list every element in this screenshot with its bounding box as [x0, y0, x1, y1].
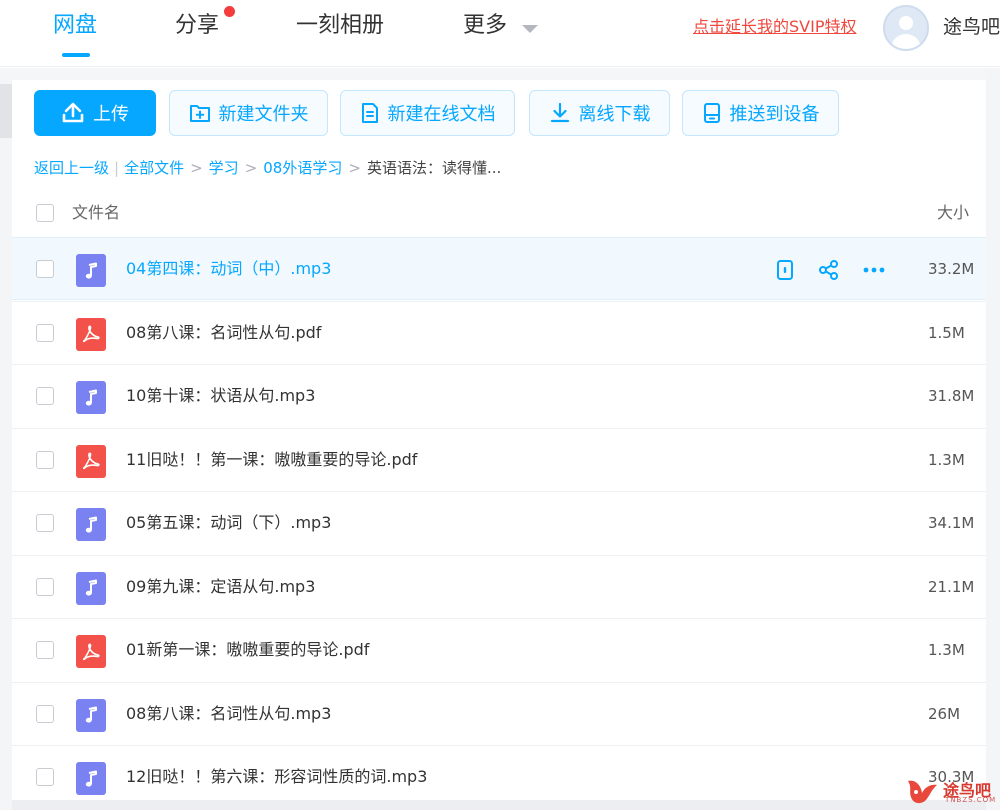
- device-icon: [703, 103, 720, 123]
- offline-download-label: 离线下载: [578, 104, 651, 125]
- pdf-file-icon: [76, 317, 106, 351]
- file-name[interactable]: 11旧哒！！第一课：嗷嗷重要的导论.pdf: [126, 449, 417, 471]
- breadcrumb-study[interactable]: 学习: [209, 157, 239, 179]
- table-row[interactable]: 12旧哒！！第六课：形容词性质的词.mp3 30.3M: [12, 745, 986, 808]
- row-checkbox[interactable]: [36, 577, 54, 596]
- file-size: 1.3M: [928, 450, 965, 469]
- row-checkbox[interactable]: [36, 450, 54, 469]
- top-nav: 网盘 分享 一刻相册 更多 点击延长我的SVIP特权 途鸟吧: [0, 0, 1000, 67]
- new-online-doc-label: 新建在线文档: [387, 104, 496, 125]
- column-header-size[interactable]: 大小: [937, 202, 969, 224]
- row-checkbox[interactable]: [36, 768, 54, 786]
- table-row[interactable]: 05第五课：动词（下）.mp3 34.1M: [12, 491, 986, 554]
- music-file-icon: [76, 762, 106, 795]
- chevron-down-icon[interactable]: [522, 25, 538, 33]
- table-row[interactable]: 08第八课：名词性从句.pdf 1.5M: [12, 300, 986, 364]
- download-icon: [550, 102, 569, 123]
- notification-dot: [224, 6, 235, 17]
- avatar-head: [899, 16, 913, 30]
- file-size: 21.1M: [928, 577, 975, 596]
- push-to-device-button[interactable]: 推送到设备: [682, 90, 839, 136]
- breadcrumb-current: 英语语法：读得懂...: [366, 159, 502, 177]
- table-row[interactable]: 08第八课：名词性从句.mp3 26M: [12, 681, 986, 745]
- file-name[interactable]: 09第九课：定语从句.mp3: [126, 576, 315, 598]
- music-file-icon: [76, 571, 106, 605]
- file-name[interactable]: 04第四课：动词（中）.mp3: [126, 258, 331, 280]
- avatar-body: [891, 34, 921, 49]
- table-row[interactable]: 09第九课：定语从句.mp3 21.1M: [12, 554, 986, 618]
- file-size: 34.1M: [928, 514, 975, 532]
- nav-tab-more[interactable]: 更多: [463, 10, 507, 42]
- upload-icon: [62, 102, 84, 123]
- nav-tab-netdisk[interactable]: 网盘: [53, 10, 97, 42]
- file-size: 1.5M: [928, 323, 965, 342]
- nav-tab-share[interactable]: 分享: [175, 10, 219, 42]
- row-checkbox[interactable]: [36, 641, 54, 659]
- push-to-device-icon[interactable]: [773, 258, 797, 282]
- document-icon: [361, 103, 378, 123]
- new-folder-icon: [189, 105, 210, 122]
- breadcrumb-foreign-language[interactable]: 08外语学习: [263, 157, 342, 179]
- row-checkbox[interactable]: [36, 323, 54, 342]
- file-size: 31.8M: [928, 387, 975, 405]
- table-header: 文件名 大小: [12, 190, 986, 236]
- pdf-file-icon: [76, 444, 106, 478]
- music-file-icon: [76, 254, 106, 287]
- upload-label: 上传: [93, 104, 129, 125]
- header-divider: [0, 68, 1000, 80]
- offline-download-button[interactable]: 离线下载: [529, 90, 670, 136]
- breadcrumb-arrow: >: [244, 159, 258, 177]
- bottom-scrollbar[interactable]: [12, 800, 986, 810]
- table-row[interactable]: 11旧哒！！第一课：嗷嗷重要的导论.pdf 1.3M: [12, 427, 986, 491]
- row-checkbox[interactable]: [36, 704, 54, 723]
- file-size: 33.2M: [928, 260, 975, 278]
- file-name[interactable]: 08第八课：名词性从句.mp3: [126, 703, 331, 725]
- file-size: 1.3M: [928, 641, 965, 659]
- music-file-icon: [76, 508, 106, 541]
- breadcrumb: 返回上一级 | 全部文件 > 学习 > 08外语学习 > 英语语法：读得懂...: [34, 157, 501, 179]
- more-icon[interactable]: [862, 258, 886, 282]
- file-name[interactable]: 05第五课：动词（下）.mp3: [126, 512, 331, 534]
- left-scrollbar-thumb[interactable]: [0, 84, 12, 138]
- row-checkbox[interactable]: [36, 387, 54, 405]
- svip-extend-link[interactable]: 点击延长我的SVIP特权: [693, 16, 856, 38]
- table-row[interactable]: 01新第一课：嗷嗷重要的导论.pdf 1.3M: [12, 618, 986, 681]
- file-name[interactable]: 08第八课：名词性从句.pdf: [126, 322, 321, 344]
- column-header-name[interactable]: 文件名: [72, 202, 120, 224]
- breadcrumb-all-files[interactable]: 全部文件: [124, 157, 184, 179]
- file-name[interactable]: 12旧哒！！第六课：形容词性质的词.mp3: [126, 766, 427, 788]
- bird-logo-icon: [908, 780, 937, 804]
- new-folder-label: 新建文件夹: [218, 104, 309, 125]
- breadcrumb-arrow: >: [190, 159, 203, 177]
- breadcrumb-divider: |: [114, 159, 120, 177]
- row-checkbox[interactable]: [36, 514, 54, 532]
- select-all-checkbox[interactable]: [36, 204, 54, 222]
- file-name[interactable]: 10第十课：状语从句.mp3: [126, 385, 315, 407]
- avatar[interactable]: [883, 5, 929, 51]
- breadcrumb-back[interactable]: 返回上一级: [34, 157, 109, 179]
- watermark: 途鸟吧 TNBZS.COM: [905, 775, 995, 807]
- share-icon[interactable]: [817, 258, 841, 282]
- username[interactable]: 途鸟吧: [943, 13, 1000, 41]
- new-online-doc-button[interactable]: 新建在线文档: [340, 90, 515, 136]
- new-folder-button[interactable]: 新建文件夹: [169, 90, 328, 136]
- upload-button[interactable]: 上传: [34, 90, 156, 136]
- nav-active-underline: [62, 53, 90, 57]
- pdf-file-icon: [76, 635, 106, 668]
- file-name[interactable]: 01新第一课：嗷嗷重要的导论.pdf: [126, 639, 369, 661]
- nav-tab-album[interactable]: 一刻相册: [296, 10, 384, 42]
- music-file-icon: [76, 698, 106, 732]
- breadcrumb-arrow: >: [348, 159, 361, 177]
- row-checkbox[interactable]: [36, 260, 54, 278]
- left-scrollbar[interactable]: [0, 80, 12, 810]
- right-scrollbar[interactable]: [986, 68, 1000, 810]
- table-row[interactable]: 04第四课：动词（中）.mp3 33.2M: [12, 237, 986, 300]
- file-size: 26M: [928, 704, 961, 723]
- table-row[interactable]: 10第十课：状语从句.mp3 31.8M: [12, 364, 986, 427]
- watermark-sub: TNBZS.COM: [945, 796, 997, 804]
- push-to-device-label: 推送到设备: [729, 104, 820, 125]
- music-file-icon: [76, 381, 106, 414]
